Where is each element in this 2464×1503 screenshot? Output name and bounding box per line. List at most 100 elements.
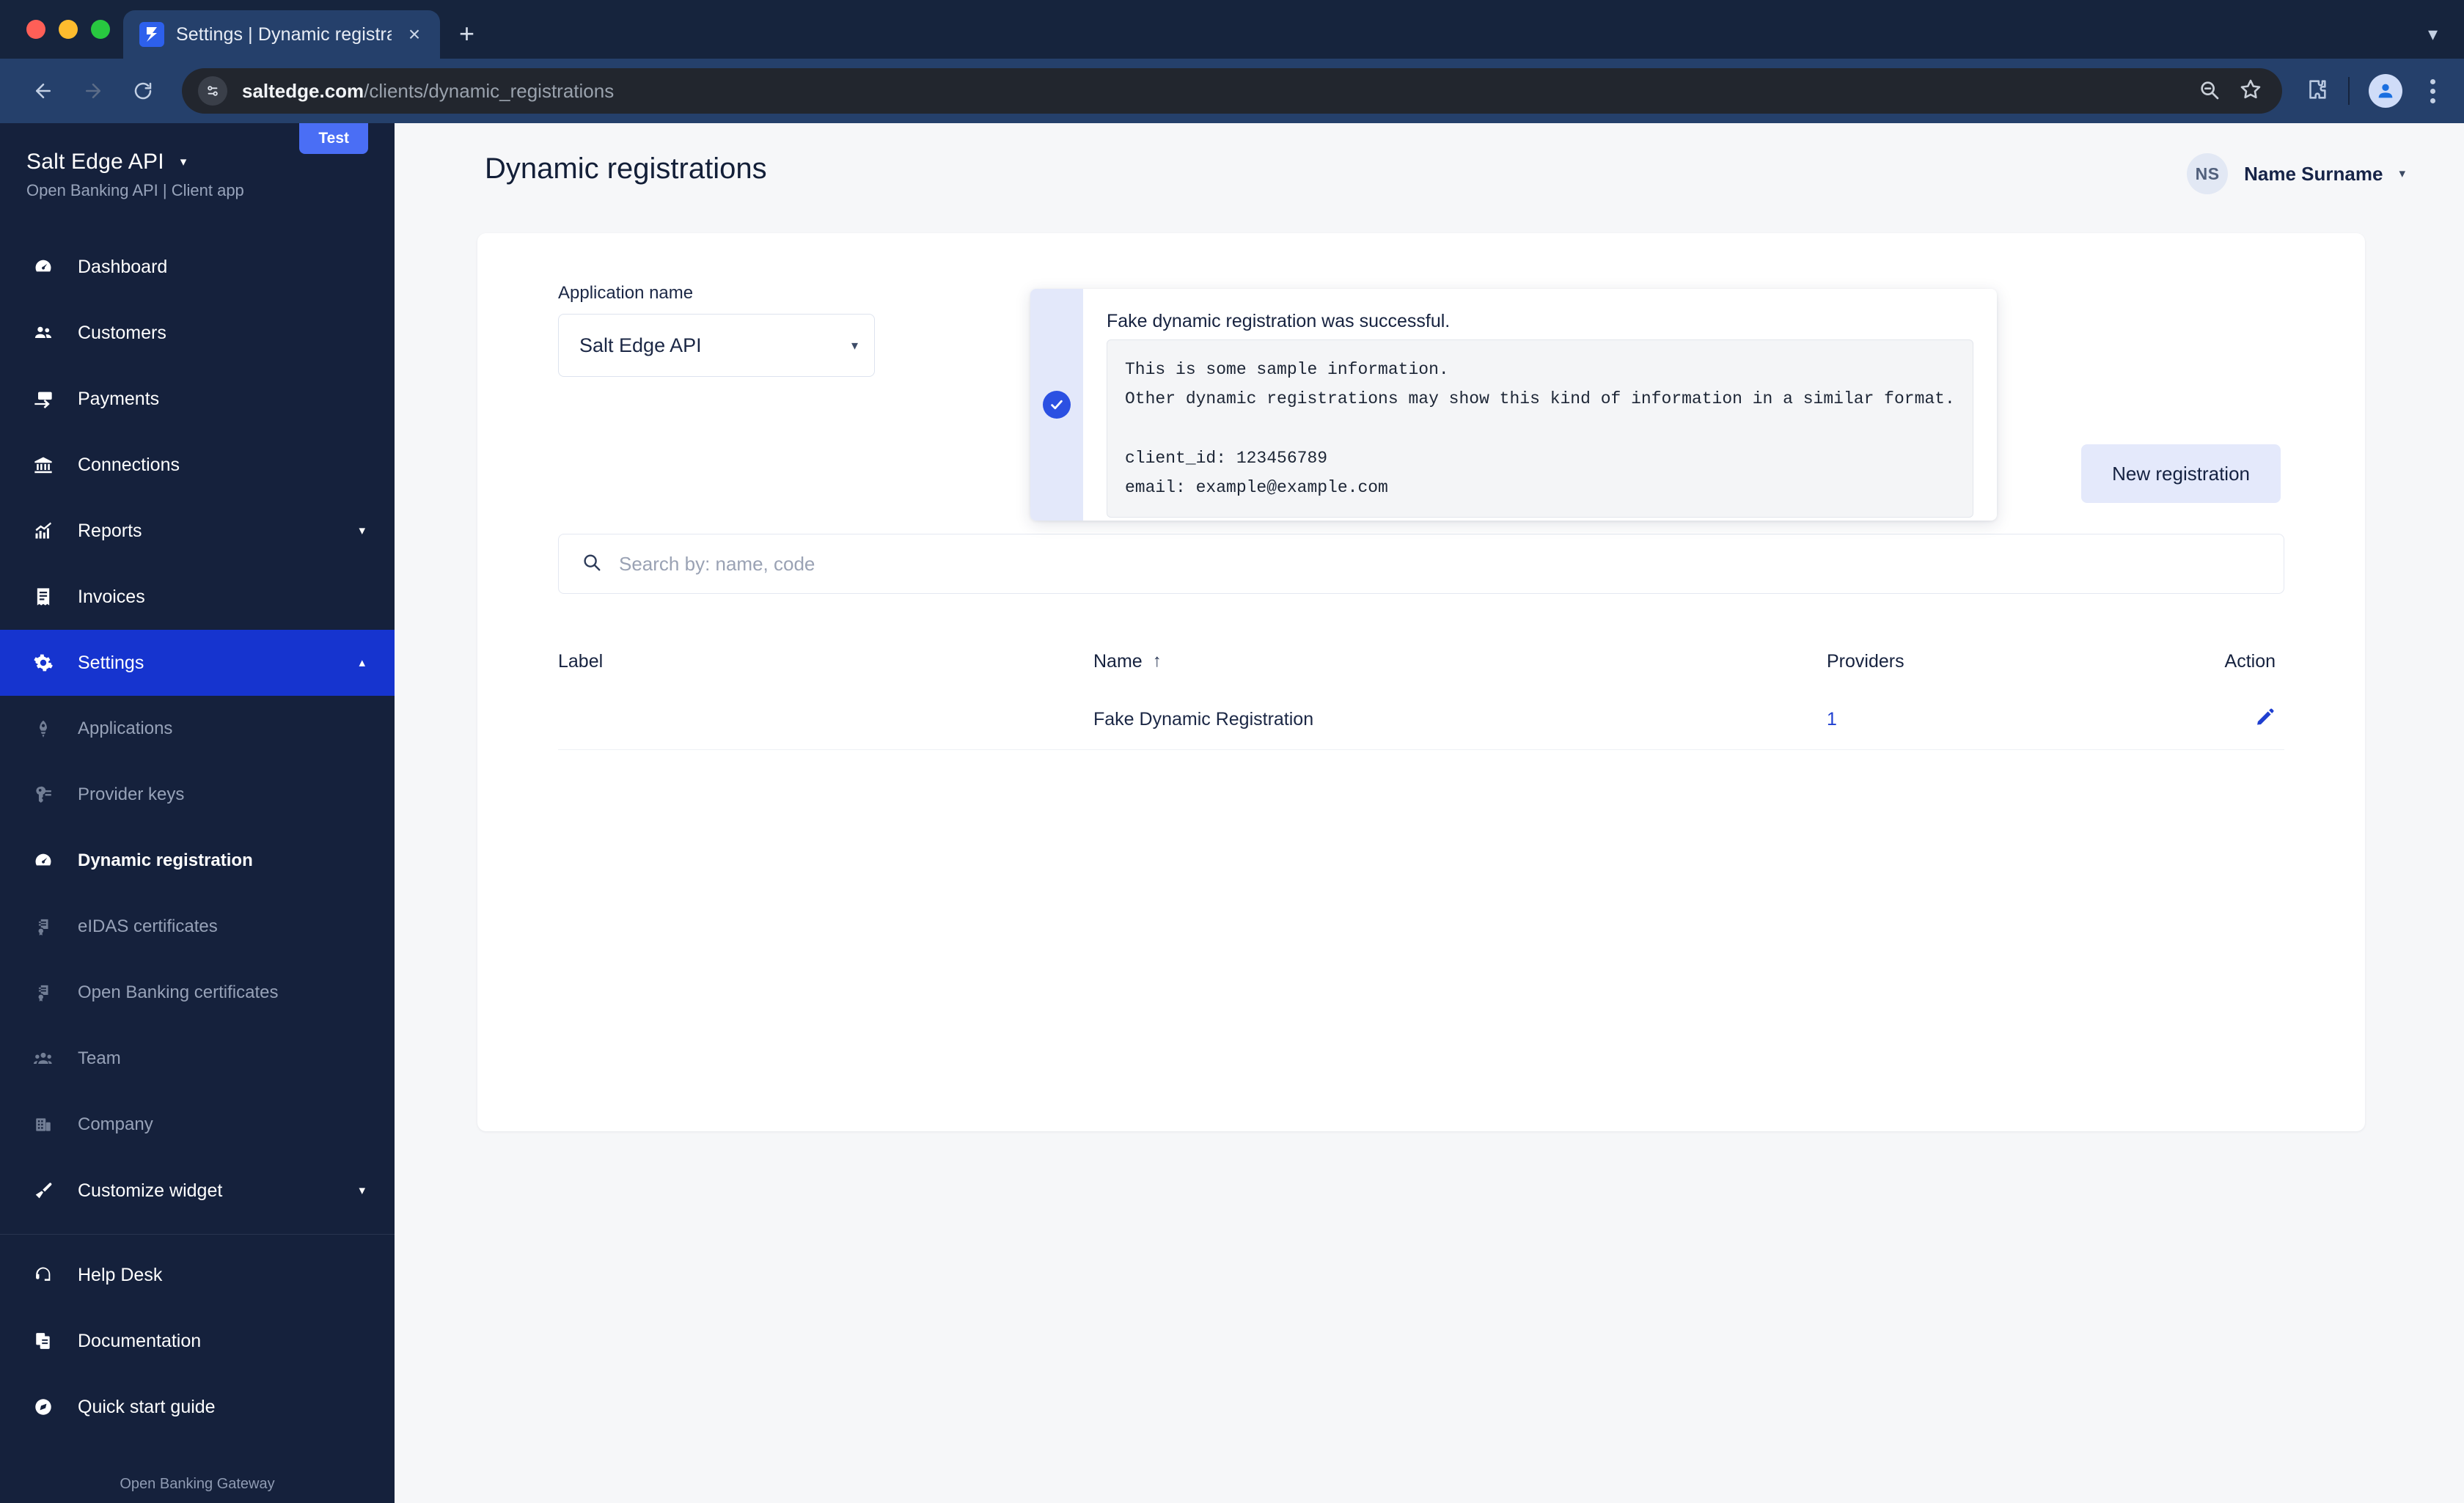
extensions-puzzle-icon[interactable] bbox=[2304, 77, 2329, 106]
toast-details: This is some sample information. Other d… bbox=[1107, 339, 1973, 518]
close-tab-icon[interactable]: × bbox=[403, 24, 425, 45]
sidebar-item-provider-keys[interactable]: Provider keys bbox=[0, 762, 395, 828]
success-toast: Fake dynamic registration was successful… bbox=[1030, 289, 1997, 521]
table-header-row: Label Name ↑ Providers Action bbox=[558, 633, 2284, 690]
building-icon bbox=[29, 1115, 57, 1134]
toolbar-divider bbox=[2348, 77, 2350, 105]
edit-pencil-icon[interactable] bbox=[2179, 707, 2276, 727]
bookmark-star-icon[interactable] bbox=[2238, 77, 2263, 106]
user-menu[interactable]: NS Name Surname ▾ bbox=[2187, 153, 2405, 194]
rocket-icon bbox=[29, 719, 57, 738]
search-input[interactable]: Search by: name, code bbox=[558, 534, 2284, 594]
app-name: Salt Edge API bbox=[26, 150, 164, 174]
search-icon bbox=[581, 551, 603, 577]
search-placeholder: Search by: name, code bbox=[619, 552, 815, 575]
sidebar-item-eidas-certificates[interactable]: eIDAS certificates bbox=[0, 894, 395, 960]
page-header: Dynamic registrations NS Name Surname ▾ bbox=[395, 123, 2464, 211]
people-icon bbox=[29, 323, 57, 343]
chevron-down-icon: ▾ bbox=[359, 1183, 365, 1197]
column-header-label: Label bbox=[558, 650, 604, 672]
table-row[interactable]: Fake Dynamic Registration 1 bbox=[558, 690, 2284, 750]
sidebar-item-label: Applications bbox=[78, 719, 173, 738]
column-header-action: Action bbox=[2224, 650, 2276, 672]
zoom-out-icon[interactable] bbox=[2197, 78, 2221, 105]
chrome-menu-icon[interactable] bbox=[2421, 78, 2443, 103]
invoice-icon bbox=[29, 587, 57, 607]
key-icon bbox=[29, 785, 57, 804]
tune-icon[interactable] bbox=[198, 76, 227, 106]
chevron-down-icon: ▾ bbox=[2399, 166, 2405, 180]
toast-body: Fake dynamic registration was successful… bbox=[1083, 289, 1997, 521]
sidebar-item-settings[interactable]: Settings ▴ bbox=[0, 630, 395, 696]
sidebar-item-team[interactable]: Team bbox=[0, 1026, 395, 1092]
sidebar-item-documentation[interactable]: Documentation bbox=[0, 1308, 395, 1374]
sidebar-item-dynamic-registration[interactable]: Dynamic registration bbox=[0, 828, 395, 894]
card-transfer-icon bbox=[29, 389, 57, 409]
browser-tab[interactable]: Settings | Dynamic registrations × bbox=[123, 10, 440, 59]
sidebar-item-company[interactable]: Company bbox=[0, 1092, 395, 1158]
sidebar-item-label: Team bbox=[78, 1048, 121, 1068]
chevron-down-icon: ▾ bbox=[851, 337, 858, 353]
sidebar-item-connections[interactable]: Connections bbox=[0, 432, 395, 498]
window-controls bbox=[19, 0, 123, 59]
sidebar-item-customers[interactable]: Customers bbox=[0, 300, 395, 366]
new-tab-button[interactable]: + bbox=[459, 21, 474, 47]
templates-table: Label Name ↑ Providers Action Fake Dynam… bbox=[558, 633, 2284, 750]
column-header-name[interactable]: Name ↑ bbox=[1093, 651, 1827, 672]
sidebar-item-help-desk[interactable]: Help Desk bbox=[0, 1242, 395, 1308]
check-circle-icon bbox=[1043, 391, 1071, 419]
toast-status-strip bbox=[1030, 289, 1083, 521]
content-card: Application name Salt Edge API ▾ ACTIVAT… bbox=[477, 233, 2365, 1131]
toast-title: Fake dynamic registration was successful… bbox=[1107, 311, 1451, 331]
maximize-window-button[interactable] bbox=[91, 20, 110, 39]
browser-tab-title: Settings | Dynamic registrations bbox=[176, 23, 392, 45]
sidebar-item-label: Invoices bbox=[78, 586, 145, 607]
chevron-up-icon: ▴ bbox=[359, 655, 365, 669]
user-name: Name Surname bbox=[2244, 162, 2383, 185]
sidebar-item-invoices[interactable]: Invoices bbox=[0, 564, 395, 630]
url-domain: saltedge.com bbox=[242, 79, 364, 102]
sidebar-item-label: Dashboard bbox=[78, 256, 168, 277]
cell-providers-link[interactable]: 1 bbox=[1827, 709, 2179, 730]
sidebar-item-label: Customers bbox=[78, 322, 166, 343]
sidebar-item-open-banking-certificates[interactable]: Open Banking certificates bbox=[0, 960, 395, 1026]
sidebar-item-reports[interactable]: Reports ▾ bbox=[0, 498, 395, 564]
application-name-value: Salt Edge API bbox=[579, 334, 702, 356]
forward-icon[interactable] bbox=[70, 68, 116, 114]
sidebar-item-label: Dynamic registration bbox=[78, 850, 253, 870]
sidebar-item-customize-widget[interactable]: Customize widget ▾ bbox=[0, 1158, 395, 1224]
address-bar[interactable]: saltedge.com/clients/dynamic_registratio… bbox=[182, 68, 2282, 114]
sidebar-brand-footer: Open Banking Gateway bbox=[120, 1476, 275, 1492]
sidebar-item-applications[interactable]: Applications bbox=[0, 696, 395, 762]
sidebar-item-payments[interactable]: Payments bbox=[0, 366, 395, 432]
sidebar-item-label: Open Banking certificates bbox=[78, 982, 279, 1002]
back-icon[interactable] bbox=[21, 68, 66, 114]
chart-up-icon bbox=[29, 521, 57, 541]
profile-avatar-icon[interactable] bbox=[2369, 74, 2402, 108]
certificate-icon bbox=[29, 983, 57, 1002]
sidebar-item-label: Quick start guide bbox=[78, 1396, 216, 1417]
sidebar-item-label: Settings bbox=[78, 652, 144, 673]
sidebar-divider bbox=[0, 1234, 395, 1235]
sidebar: Test Salt Edge API ▾ Open Banking API | … bbox=[0, 123, 395, 1503]
application-name-select[interactable]: Salt Edge API ▾ bbox=[558, 314, 875, 377]
reload-icon[interactable] bbox=[120, 68, 166, 114]
column-header-providers: Providers bbox=[1827, 650, 1904, 672]
cell-action bbox=[2179, 707, 2284, 732]
new-registration-button[interactable]: New registration bbox=[2081, 444, 2281, 503]
close-window-button[interactable] bbox=[26, 20, 45, 39]
app-subtitle: Open Banking API | Client app bbox=[26, 181, 244, 199]
headset-icon bbox=[29, 1265, 57, 1285]
minimize-window-button[interactable] bbox=[59, 20, 78, 39]
cell-name: Fake Dynamic Registration bbox=[1093, 709, 1314, 730]
sidebar-item-quick-start-guide[interactable]: Quick start guide bbox=[0, 1374, 395, 1440]
page-viewport: Test Salt Edge API ▾ Open Banking API | … bbox=[0, 123, 2464, 1503]
chevron-down-icon: ▾ bbox=[359, 523, 365, 537]
sort-ascending-icon: ↑ bbox=[1152, 651, 1162, 671]
sidebar-item-dashboard[interactable]: Dashboard bbox=[0, 234, 395, 300]
team-icon bbox=[29, 1048, 57, 1069]
address-bar-url: saltedge.com/clients/dynamic_registratio… bbox=[242, 80, 2182, 103]
chevron-down-icon[interactable]: ▾ bbox=[2428, 23, 2438, 45]
sidebar-item-label: Connections bbox=[78, 454, 180, 475]
url-path: /clients/dynamic_registrations bbox=[364, 79, 615, 102]
